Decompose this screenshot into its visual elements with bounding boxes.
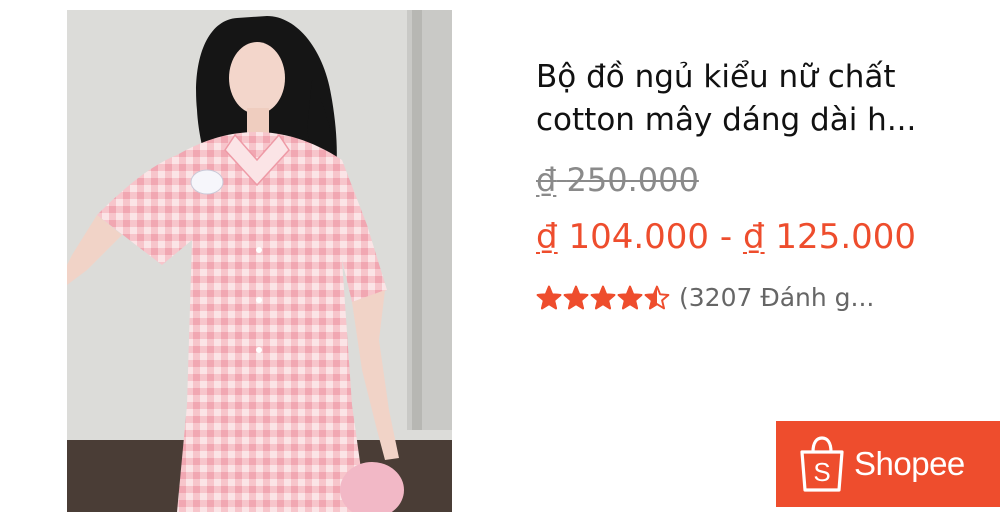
product-title-line-2: cotton mây dáng dài h... (536, 102, 917, 138)
shopee-logo[interactable]: S Shopee (776, 421, 1000, 507)
product-image[interactable] (67, 10, 452, 512)
shopee-wordmark: Shopee (854, 445, 965, 482)
shopee-bag-letter: S (813, 457, 830, 487)
star-full-icon (563, 285, 589, 310)
price-separator: - (719, 217, 733, 257)
star-full-icon (536, 285, 562, 310)
shopping-bag-icon: S (800, 436, 844, 492)
original-price: ₫ 250.000 (536, 160, 699, 200)
rating-row[interactable]: (3207 Đánh g... (536, 280, 874, 316)
star-half-icon (644, 285, 670, 310)
star-full-icon (590, 285, 616, 310)
price-max: 125.000 (775, 217, 917, 257)
currency-symbol: ₫ (536, 217, 558, 257)
sale-price-range: ₫ 104.000 - ₫ 125.000 (536, 215, 916, 259)
product-photo (67, 10, 452, 512)
currency-symbol: ₫ (536, 161, 557, 199)
product-title-line-1: Bộ đồ ngủ kiểu nữ chất (536, 59, 896, 95)
rating-stars (536, 285, 671, 311)
price-min: 104.000 (568, 217, 710, 257)
product-title[interactable]: Bộ đồ ngủ kiểu nữ chất cotton mây dáng d… (536, 56, 976, 142)
currency-symbol: ₫ (742, 217, 765, 257)
review-count: (3207 Đánh g... (679, 283, 875, 312)
original-price-value: 250.000 (566, 161, 699, 199)
star-full-icon (617, 285, 643, 310)
